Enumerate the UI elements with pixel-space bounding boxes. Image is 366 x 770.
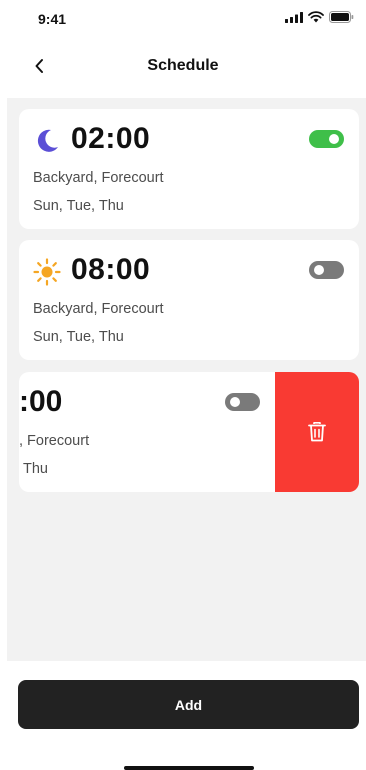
schedule-time: 08:00: [71, 253, 151, 286]
status-time: 9:41: [38, 11, 67, 27]
schedule-zones: Backyard, Forecourt: [33, 301, 164, 317]
schedule-zones: , Forecourt: [19, 433, 90, 449]
page-title: Schedule: [147, 57, 219, 74]
status-icons: [285, 11, 354, 23]
swiped-schedule-row: 8:00 , Forecourt Thu: [19, 372, 359, 492]
schedule-days: Thu: [23, 461, 48, 477]
schedule-time-partial: 8:00: [19, 385, 62, 419]
schedule-card[interactable]: 8:00 , Forecourt Thu: [19, 372, 275, 492]
schedule-toggle[interactable]: [309, 261, 344, 279]
toggle-knob: [314, 265, 324, 275]
trash-icon: [308, 422, 326, 442]
wifi-icon: [308, 11, 324, 23]
schedule-zones: Backyard, Forecourt: [33, 170, 164, 186]
status-bar: 9:41: [0, 0, 366, 36]
home-indicator: [124, 766, 254, 770]
sun-icon: [33, 258, 61, 286]
moon-icon: [33, 127, 61, 155]
schedule-list: 02:00 Backyard, Forecourt Sun, Tue, Thu: [7, 98, 366, 661]
battery-icon: [329, 11, 354, 23]
schedule-time: :00: [19, 385, 63, 418]
add-button[interactable]: Add: [18, 680, 359, 729]
schedule-toggle[interactable]: [225, 393, 260, 411]
schedule-time: 02:00: [71, 122, 151, 155]
schedule-card[interactable]: 08:00 Backyard, Forecourt Sun, Tue, Thu: [19, 240, 359, 360]
delete-button[interactable]: [275, 372, 359, 492]
schedule-days: Sun, Tue, Thu: [33, 198, 124, 214]
signal-icon: [285, 11, 303, 23]
toggle-knob: [230, 397, 240, 407]
schedule-days: Sun, Tue, Thu: [33, 329, 124, 345]
nav-bar: Schedule: [0, 48, 366, 84]
toggle-knob: [329, 134, 339, 144]
schedule-card[interactable]: 02:00 Backyard, Forecourt Sun, Tue, Thu: [19, 109, 359, 229]
schedule-toggle[interactable]: [309, 130, 344, 148]
